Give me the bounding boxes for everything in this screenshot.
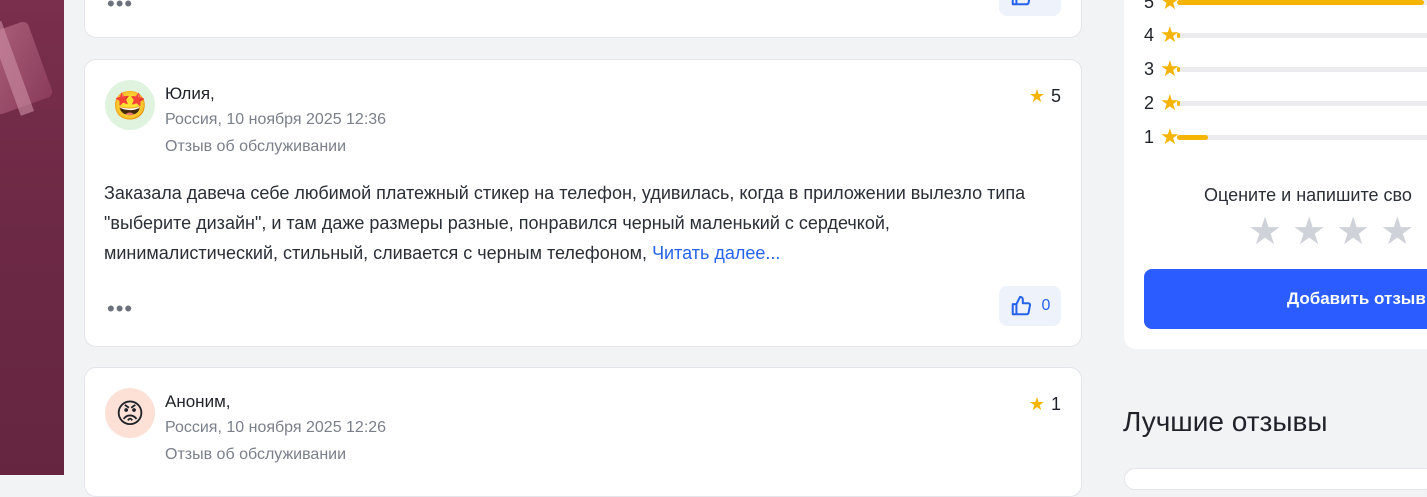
read-more-link[interactable]: Читать далее... <box>652 243 780 263</box>
rating-bar-fill <box>1177 135 1209 140</box>
avatar: 😡 <box>105 388 155 438</box>
review-type: Отзыв об обслуживании <box>165 138 347 155</box>
rating-value: 5 <box>1050 86 1061 106</box>
thumbs-up-icon <box>1011 295 1031 316</box>
rating-bar <box>1177 101 1427 106</box>
rating-row-1: 1 ★ <box>1144 124 1180 149</box>
rating-bar-fill <box>1177 67 1180 72</box>
rate-prompt: Оцените и напишите сво <box>1204 185 1412 205</box>
rating-row-label: 4 <box>1144 24 1155 45</box>
review-author: Аноним, <box>165 392 231 411</box>
review-text: Заказала давеча себе любимой платежный с… <box>104 178 1054 268</box>
rate-star-2[interactable]: ★ <box>1292 212 1326 252</box>
rating-summary-panel: 5 ★ 4 ★ 3 ★ 2 ★ 1 ★ Оцените и напишите сво ★ ★ ★ … <box>1124 0 1427 349</box>
rating-bar <box>1177 135 1427 140</box>
rating-bar <box>1177 33 1427 38</box>
like-count: 0 <box>1042 0 1051 5</box>
rating-value: 1 <box>1050 394 1061 414</box>
add-review-button[interactable]: Добавить отзыв <box>1144 269 1427 329</box>
rating-bar <box>1177 0 1427 5</box>
review-meta: Россия, 10 ноября 2025 12:36 <box>165 111 387 128</box>
like-button[interactable]: 0 <box>999 286 1061 326</box>
rating-row-label: 3 <box>1144 58 1155 79</box>
avatar: 🤩 <box>105 80 155 130</box>
review-card: ••• 0 <box>84 0 1082 38</box>
rating-bar-fill <box>1177 101 1180 106</box>
rating-row-5: 5 ★ <box>1144 0 1180 14</box>
review-author: Юлия, <box>165 84 215 103</box>
best-review-card <box>1124 468 1427 490</box>
more-options-icon[interactable]: ••• <box>107 298 133 320</box>
review-card: 😡 Аноним, Россия, 10 ноября 2025 12:26 О… <box>84 367 1082 497</box>
like-button[interactable]: 0 <box>999 0 1061 16</box>
review-type: Отзыв об обслуживании <box>165 446 347 463</box>
rating-bar-fill <box>1177 0 1424 5</box>
rating-row-3: 3 ★ <box>1144 56 1180 81</box>
review-body: Заказала давеча себе любимой платежный с… <box>104 183 1026 263</box>
thumbs-up-icon <box>1011 0 1030 6</box>
promo-banner[interactable] <box>0 0 64 475</box>
review-rating: ★ 1 <box>1029 394 1061 415</box>
review-card: 🤩 Юлия, Россия, 10 ноября 2025 12:36 Отз… <box>84 59 1082 347</box>
rating-row-2: 2 ★ <box>1144 90 1180 115</box>
rating-bar <box>1177 67 1427 72</box>
review-rating: ★ 5 <box>1029 86 1061 107</box>
rating-row-4: 4 ★ <box>1144 22 1180 47</box>
more-options-icon[interactable]: ••• <box>107 0 133 15</box>
best-reviews-title: Лучшие отзывы <box>1123 406 1328 437</box>
review-meta: Россия, 10 ноября 2025 12:26 <box>165 419 387 436</box>
like-count: 0 <box>1041 297 1051 314</box>
rate-stars[interactable]: ★ ★ ★ ★ ★ <box>1248 212 1427 252</box>
rating-bar-fill <box>1177 33 1180 38</box>
rate-star-3[interactable]: ★ <box>1336 212 1370 252</box>
rate-star-1[interactable]: ★ <box>1248 212 1282 252</box>
star-icon: ★ <box>1028 394 1045 414</box>
star-icon: ★ <box>1028 86 1045 106</box>
rate-star-4[interactable]: ★ <box>1380 212 1414 252</box>
rating-row-label: 5 <box>1144 0 1155 12</box>
gift-image <box>0 20 54 116</box>
rating-row-label: 2 <box>1144 92 1155 113</box>
rating-row-label: 1 <box>1144 126 1155 147</box>
